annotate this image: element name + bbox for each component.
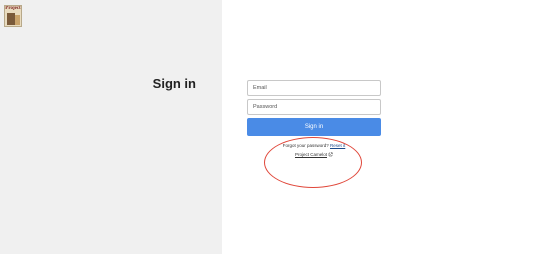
signin-form: Sign in [247, 80, 381, 136]
left-panel: Project Sign in [0, 0, 222, 254]
forgot-password-line: Forgot your password? Reset it [247, 143, 381, 148]
app-logo[interactable]: Project [4, 5, 22, 27]
logo-art-detail [15, 15, 20, 25]
page-title: Sign in [152, 76, 196, 91]
forgot-password-text: Forgot your password? [282, 143, 330, 148]
logo-art [7, 13, 15, 25]
project-camelot-line: Project Camelot [247, 152, 381, 157]
logo-text: Project [5, 6, 21, 11]
reset-password-link[interactable]: Reset it [330, 143, 345, 148]
project-camelot-label: Project Camelot [294, 152, 327, 157]
signin-button[interactable]: Sign in [247, 118, 381, 136]
external-link-icon [328, 152, 333, 157]
password-field[interactable] [247, 99, 381, 115]
project-camelot-link[interactable]: Project Camelot [295, 152, 333, 157]
email-field[interactable] [247, 80, 381, 96]
